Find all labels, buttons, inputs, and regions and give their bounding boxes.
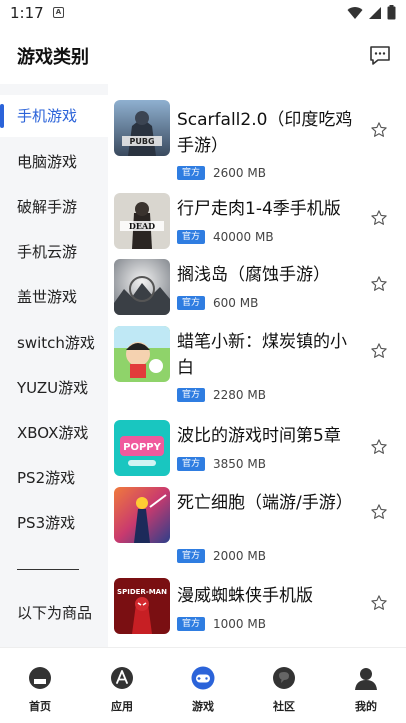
nav-label: 应用	[111, 700, 133, 713]
sidebar-item-switch-games[interactable]: switch游戏	[0, 322, 108, 364]
game-size: 600 MB	[213, 296, 259, 310]
star-icon[interactable]	[370, 342, 388, 360]
nav-community[interactable]: 社区	[254, 666, 314, 714]
game-thumbnail: DEAD	[114, 193, 170, 249]
status-time: 1:17	[10, 4, 44, 22]
sidebar-item-xbox-games[interactable]: XBOX游戏	[0, 412, 108, 454]
battery-icon	[387, 5, 396, 20]
thumb-label: SPIDER-MAN	[117, 588, 167, 596]
game-name: 波比的游戏时间第5章	[177, 426, 341, 446]
game-meta: 官方 40000 MB	[177, 229, 274, 245]
official-badge: 官方	[177, 296, 206, 310]
game-meta: 官方 2000 MB	[177, 548, 266, 564]
star-icon[interactable]	[370, 438, 388, 456]
sidebar-divider	[17, 569, 79, 570]
nav-home[interactable]: 首页	[10, 666, 70, 714]
game-list: PUBG Scarfall2.0（印度吃鸡手游） 官方 2600 MB DEAD…	[108, 95, 406, 647]
list-item[interactable]: POPPY 波比的游戏时间第5章 官方 3850 MB	[108, 418, 406, 482]
sidebar-item-products[interactable]: 以下为商品	[0, 592, 108, 634]
thumb-label: POPPY	[123, 442, 161, 453]
official-badge: 官方	[177, 388, 206, 402]
nav-label: 游戏	[192, 700, 214, 713]
sidebar-item-ps3-games[interactable]: PS3游戏	[0, 502, 108, 544]
game-name: 漫威蜘蛛侠手机版	[177, 586, 313, 606]
game-meta: 官方 3850 MB	[177, 456, 266, 472]
nav-apps[interactable]: 应用	[92, 666, 152, 714]
gamepad-icon	[191, 666, 215, 690]
official-badge: 官方	[177, 617, 206, 631]
official-badge: 官方	[177, 457, 206, 471]
sidebar-item-mobile-games[interactable]: 手机游戏	[0, 95, 108, 137]
chat-bubble-icon	[273, 667, 295, 689]
app-store-icon	[111, 667, 133, 689]
game-thumbnail: POPPY	[114, 420, 170, 476]
user-icon	[355, 668, 377, 690]
sidebar-item-yuzu-games[interactable]: YUZU游戏	[0, 367, 108, 409]
message-icon[interactable]	[368, 43, 392, 67]
game-size: 2000 MB	[213, 549, 266, 563]
page-title: 游戏类别	[17, 47, 89, 68]
list-item[interactable]: 蜡笔小新：煤炭镇的小白 官方 2280 MB	[108, 324, 406, 416]
system-icons	[347, 5, 396, 20]
star-icon[interactable]	[370, 121, 388, 139]
nav-profile[interactable]: 我的	[336, 666, 396, 714]
home-icon	[29, 667, 51, 689]
game-meta: 官方 1000 MB	[177, 616, 266, 632]
sidebar-item-gaishi-games[interactable]: 盖世游戏	[0, 276, 108, 318]
game-name: 蜡笔小新：煤炭镇的小白	[177, 332, 347, 378]
nav-games[interactable]: 游戏	[173, 666, 233, 714]
game-meta: 官方 2600 MB	[177, 165, 266, 181]
thumb-label: PUBG	[129, 137, 154, 146]
game-name: 行尸走肉1-4季手机版	[177, 199, 341, 219]
game-thumbnail: SPIDER-MAN	[114, 578, 170, 634]
game-size: 40000 MB	[213, 230, 274, 244]
list-item[interactable]: DEAD 行尸走肉1-4季手机版 官方 40000 MB	[108, 191, 406, 255]
game-meta: 官方 2280 MB	[177, 387, 266, 403]
sidebar-item-cloud-games[interactable]: 手机云游	[0, 231, 108, 273]
game-size: 3850 MB	[213, 457, 266, 471]
official-badge: 官方	[177, 230, 206, 244]
list-item[interactable]: PUBG Scarfall2.0（印度吃鸡手游） 官方 2600 MB	[108, 95, 406, 187]
nav-label: 我的	[355, 700, 377, 713]
game-thumbnail: PUBG	[114, 100, 170, 156]
game-name: 死亡细胞（端游/手游）	[177, 493, 353, 513]
list-item[interactable]: SPIDER-MAN 漫威蜘蛛侠手机版 官方 1000 MB	[108, 578, 406, 642]
notification-icon: A	[53, 7, 64, 18]
bottom-nav: 首页 应用 游戏 社区 我的	[0, 647, 406, 723]
game-thumbnail	[114, 487, 170, 543]
game-thumbnail	[114, 259, 170, 315]
app-header: 游戏类别	[0, 28, 406, 84]
star-icon[interactable]	[370, 594, 388, 612]
status-bar: 1:17 A	[0, 0, 406, 28]
list-item[interactable]: 搁浅岛（腐蚀手游） 官方 600 MB	[108, 257, 406, 321]
sidebar-item-ps2-games[interactable]: PS2游戏	[0, 457, 108, 499]
star-icon[interactable]	[370, 503, 388, 521]
category-sidebar: 手机游戏 电脑游戏 破解手游 手机云游 盖世游戏 switch游戏 YUZU游戏…	[0, 95, 108, 645]
game-meta: 官方 600 MB	[177, 295, 258, 311]
wifi-icon	[347, 6, 363, 19]
nav-label: 社区	[273, 700, 295, 713]
game-size: 1000 MB	[213, 617, 266, 631]
thumb-label: DEAD	[129, 221, 155, 231]
star-icon[interactable]	[370, 209, 388, 227]
star-icon[interactable]	[370, 275, 388, 293]
game-name: Scarfall2.0（印度吃鸡手游）	[177, 110, 353, 156]
game-size: 2600 MB	[213, 166, 266, 180]
signal-icon	[369, 6, 381, 19]
official-badge: 官方	[177, 549, 206, 563]
game-size: 2280 MB	[213, 388, 266, 402]
official-badge: 官方	[177, 166, 206, 180]
sidebar-item-cracked-games[interactable]: 破解手游	[0, 186, 108, 228]
nav-label: 首页	[29, 700, 51, 713]
game-name: 搁浅岛（腐蚀手游）	[177, 265, 330, 285]
list-item[interactable]: 死亡细胞（端游/手游） 官方 2000 MB	[108, 485, 406, 577]
sidebar-item-pc-games[interactable]: 电脑游戏	[0, 141, 108, 183]
game-thumbnail	[114, 326, 170, 382]
